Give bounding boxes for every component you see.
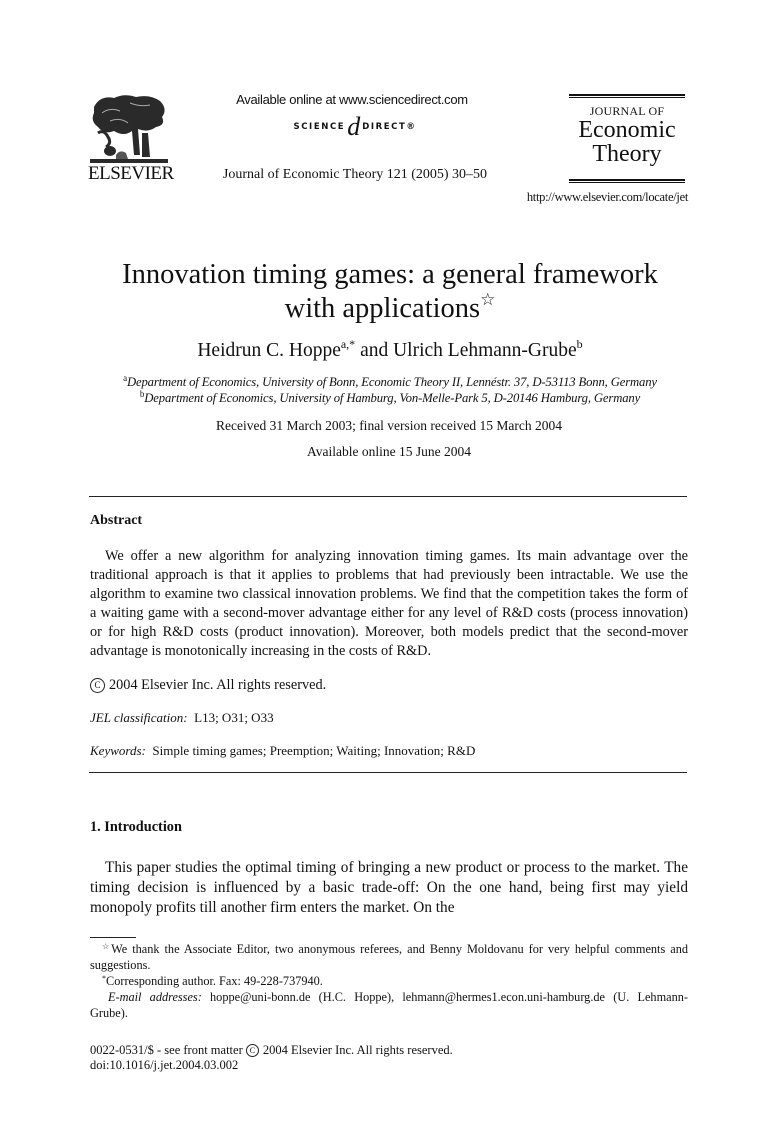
journal-logo-top-rule bbox=[569, 94, 685, 98]
abstract-bottom-rule bbox=[89, 772, 687, 773]
footnote-rule bbox=[90, 937, 136, 938]
footnote-corresponding: *Corresponding author. Fax: 49-228-73794… bbox=[90, 973, 688, 989]
introduction-body: This paper studies the optimal timing of… bbox=[90, 858, 688, 918]
journal-url[interactable]: http://www.elsevier.com/locate/jet bbox=[480, 190, 688, 205]
footnotes: ☆We thank the Associate Editor, two anon… bbox=[90, 941, 688, 1021]
author-marks[interactable]: a,* bbox=[341, 337, 355, 351]
journal-logo-line2: Economic bbox=[578, 117, 676, 143]
author-name: Ulrich Lehmann-Grube bbox=[393, 340, 577, 361]
copyright-icon: C bbox=[245, 1044, 259, 1057]
author-connector: and bbox=[360, 340, 389, 361]
sciencedirect-logo: SCIENCE d DIRECT® bbox=[270, 112, 440, 142]
abstract-top-rule bbox=[89, 496, 687, 497]
sciencedirect-logo-left: SCIENCE bbox=[293, 122, 346, 132]
author-marks[interactable]: b bbox=[577, 337, 583, 351]
sciencedirect-availability[interactable]: Available online at www.sciencedirect.co… bbox=[233, 92, 471, 107]
journal-logo: JOURNAL OF Economic Theory bbox=[569, 94, 685, 184]
abstract-body: We offer a new algorithm for analyzing i… bbox=[90, 547, 688, 661]
affiliation-text: Department of Economics, University of H… bbox=[144, 391, 641, 405]
title-line-2: with applications bbox=[284, 293, 481, 324]
footnote-emails: E-mail addresses: hoppe@uni-bonn.de (H.C… bbox=[90, 989, 688, 1021]
abstract-paragraph: We offer a new algorithm for analyzing i… bbox=[90, 548, 688, 659]
title-line-1: Innovation timing games: a general frame… bbox=[122, 259, 658, 290]
elsevier-tree-icon bbox=[90, 95, 168, 163]
sciencedirect-logo-right: DIRECT® bbox=[362, 122, 417, 132]
affiliation-text: Department of Economics, University of B… bbox=[126, 375, 657, 389]
article-title: Innovation timing games: a general frame… bbox=[60, 258, 720, 326]
jel-codes: L13; O31; O33 bbox=[194, 710, 274, 725]
author-list: Heidrun C. Hoppea,* and Ulrich Lehmann-G… bbox=[60, 337, 720, 362]
publisher-name: ELSEVIER bbox=[88, 163, 174, 184]
issn-line: 0022-0531/$ - see front matter C 2004 Els… bbox=[90, 1042, 453, 1058]
keywords-label: Keywords: bbox=[90, 743, 146, 758]
received-dates: Received 31 March 2003; final version re… bbox=[215, 418, 562, 433]
affiliation: aDepartment of Economics, University of … bbox=[70, 374, 710, 390]
doi[interactable]: doi:10.1016/j.jet.2004.03.002 bbox=[90, 1058, 238, 1073]
available-online-date: Available online 15 June 2004 bbox=[307, 444, 471, 459]
footnote-acknowledgement: ☆We thank the Associate Editor, two anon… bbox=[90, 941, 688, 973]
title-footnote-star-icon[interactable]: ☆ bbox=[480, 290, 495, 309]
footnote-star-icon: ☆ bbox=[102, 942, 112, 951]
introduction-paragraph: This paper studies the optimal timing of… bbox=[90, 859, 688, 916]
section-heading-introduction: 1. Introduction bbox=[90, 819, 182, 835]
issn-suffix: 2004 Elsevier Inc. All rights reserved. bbox=[262, 1043, 453, 1057]
jel-label: JEL classification: bbox=[90, 710, 188, 725]
sciencedirect-at-icon: d bbox=[347, 112, 361, 141]
elsevier-logo: ELSEVIER bbox=[88, 93, 174, 185]
issn-prefix: 0022-0531/$ - see front matter bbox=[90, 1043, 243, 1057]
copyright-icon: C bbox=[90, 678, 105, 693]
journal-logo-bottom-rule bbox=[569, 179, 685, 183]
keywords: Keywords: Simple timing games; Preemptio… bbox=[90, 743, 475, 759]
abstract-heading: Abstract bbox=[90, 513, 143, 528]
journal-citation: Journal of Economic Theory 121 (2005) 30… bbox=[222, 167, 488, 182]
footnote-corresponding-text: Corresponding author. Fax: 49-228-737940… bbox=[106, 974, 323, 988]
copyright-text: 2004 Elsevier Inc. All rights reserved. bbox=[109, 677, 327, 693]
journal-logo-line3: Theory bbox=[592, 141, 662, 167]
email-label: E-mail addresses: bbox=[108, 990, 202, 1004]
affiliation: bDepartment of Economics, University of … bbox=[70, 390, 710, 406]
author-name: Heidrun C. Hoppe bbox=[197, 340, 341, 361]
footnote-acknowledgement-text: We thank the Associate Editor, two anony… bbox=[90, 942, 689, 972]
abstract-copyright: C 2004 Elsevier Inc. All rights reserved. bbox=[90, 677, 326, 694]
jel-classification: JEL classification: L13; O31; O33 bbox=[90, 710, 274, 726]
keywords-list: Simple timing games; Preemption; Waiting… bbox=[152, 743, 476, 758]
